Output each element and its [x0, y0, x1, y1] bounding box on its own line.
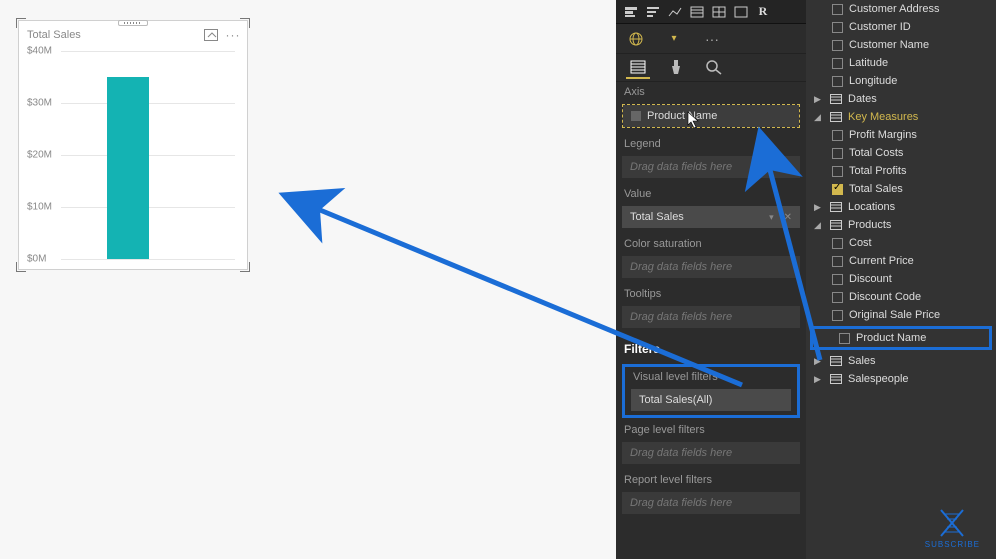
table-icon — [830, 356, 842, 366]
field-product-name-highlight[interactable]: Product Name — [810, 326, 992, 350]
ellipsis-icon[interactable]: ··· — [702, 29, 722, 49]
table-products[interactable]: ◢Products — [806, 216, 996, 234]
remove-field-icon[interactable]: ✕ — [784, 212, 792, 223]
field-original-sale-price[interactable]: Original Sale Price — [806, 306, 996, 324]
report-canvas[interactable]: Total Sales ··· $40M $30M $20M $10M $0M — [0, 0, 616, 559]
viz-gallery-row: R — [616, 0, 806, 24]
table-icon — [830, 94, 842, 104]
legend-field-well[interactable]: Drag data fields here — [622, 156, 800, 178]
y-tick-label: $10M — [27, 202, 52, 213]
viz-line-icon[interactable] — [666, 3, 684, 21]
tooltips-field-well[interactable]: Drag data fields here — [622, 306, 800, 328]
axis-section-label: Axis — [616, 82, 806, 102]
field-cost[interactable]: Cost — [806, 234, 996, 252]
tooltips-section-label: Tooltips — [616, 284, 806, 304]
field-latitude[interactable]: Latitude — [806, 54, 996, 72]
chart-plot-area: $40M $30M $20M $10M $0M — [27, 51, 239, 259]
legend-section-label: Legend — [616, 134, 806, 154]
field-total-sales[interactable]: Total Sales — [806, 180, 996, 198]
chart-visual[interactable]: Total Sales ··· $40M $30M $20M $10M $0M — [18, 20, 248, 270]
table-icon — [830, 220, 842, 230]
chevron-down-icon[interactable]: ▾ — [769, 212, 774, 223]
table-icon — [830, 112, 842, 122]
y-tick-label: $40M — [27, 46, 52, 57]
drag-handle-icon[interactable] — [118, 20, 148, 26]
dna-icon — [935, 508, 969, 538]
table-icon — [830, 202, 842, 212]
field-customer-id[interactable]: Customer ID — [806, 18, 996, 36]
table-key-measures[interactable]: ◢Key Measures — [806, 108, 996, 126]
plus-icon[interactable]: ▾ — [664, 29, 684, 49]
analytics-tab[interactable] — [702, 57, 726, 79]
color-field-well[interactable]: Drag data fields here — [622, 256, 800, 278]
fields-pane: Customer Address Customer ID Customer Na… — [806, 0, 996, 559]
table-dates[interactable]: ▶Dates — [806, 90, 996, 108]
field-total-costs[interactable]: Total Costs — [806, 144, 996, 162]
field-profit-margins[interactable]: Profit Margins — [806, 126, 996, 144]
report-filters-label: Report level filters — [616, 470, 806, 490]
visual-level-filters-highlight: Visual level filters Total Sales(All) — [622, 364, 800, 418]
axis-field-name: Product Name — [647, 110, 717, 122]
checkbox-icon — [631, 111, 641, 121]
table-locations[interactable]: ▶Locations — [806, 198, 996, 216]
checkbox-checked-icon — [832, 184, 843, 195]
value-section-label: Value — [616, 184, 806, 204]
color-section-label: Color saturation — [616, 234, 806, 254]
viz-r-script-icon[interactable]: R — [754, 3, 772, 21]
field-discount-code[interactable]: Discount Code — [806, 288, 996, 306]
field-longitude[interactable]: Longitude — [806, 72, 996, 90]
table-salespeople[interactable]: ▶Salespeople — [806, 370, 996, 388]
field-discount[interactable]: Discount — [806, 270, 996, 288]
visual-filters-label: Visual level filters — [625, 367, 797, 387]
field-total-profits[interactable]: Total Profits — [806, 162, 996, 180]
report-filters-well[interactable]: Drag data fields here — [622, 492, 800, 514]
table-icon — [830, 374, 842, 384]
y-tick-label: $30M — [27, 98, 52, 109]
y-tick-label: $20M — [27, 150, 52, 161]
viz-matrix-icon[interactable] — [710, 3, 728, 21]
viz-clustered-bar-icon[interactable] — [644, 3, 662, 21]
filters-header: Filters — [616, 334, 806, 362]
page-filters-label: Page level filters — [616, 420, 806, 440]
value-field-well[interactable]: Total Sales▾✕ — [622, 206, 800, 228]
field-customer-name[interactable]: Customer Name — [806, 36, 996, 54]
fields-tab[interactable] — [626, 57, 650, 79]
format-tab[interactable] — [664, 57, 688, 79]
visual-filter-item[interactable]: Total Sales(All) — [631, 389, 791, 411]
table-sales[interactable]: ▶Sales — [806, 352, 996, 370]
page-filters-well[interactable]: Drag data fields here — [622, 442, 800, 464]
y-tick-label: $0M — [27, 254, 46, 265]
field-customer-address[interactable]: Customer Address — [806, 0, 996, 18]
chart-title: Total Sales — [25, 29, 81, 41]
viz-card-icon[interactable] — [732, 3, 750, 21]
field-current-price[interactable]: Current Price — [806, 252, 996, 270]
chart-bar — [107, 77, 149, 259]
visualizations-pane: R ▾ ··· Axis Product Name Legend Drag da… — [616, 0, 806, 559]
viz-table-icon[interactable] — [688, 3, 706, 21]
axis-field-well[interactable]: Product Name — [622, 104, 800, 128]
focus-mode-icon[interactable] — [203, 27, 219, 43]
subscribe-watermark: SUBSCRIBE — [925, 508, 980, 549]
viz-stacked-bar-icon[interactable] — [622, 3, 640, 21]
globe-icon[interactable] — [626, 29, 646, 49]
more-options-icon[interactable]: ··· — [225, 27, 241, 43]
